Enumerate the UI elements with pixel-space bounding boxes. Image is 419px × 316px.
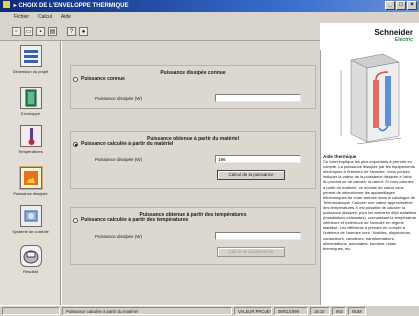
status-cell-0 — [2, 307, 60, 315]
thermometer-icon — [19, 125, 42, 147]
logo-line1: Schneider — [374, 28, 413, 37]
sidebar-item-label: Système de contrôle — [12, 229, 49, 234]
enclosure-icon — [19, 87, 42, 109]
temperature-power-input[interactable] — [215, 232, 301, 240]
panel-known-power: Puissance dissipée connue Puissance conn… — [70, 65, 316, 109]
sidebar: Dimension du projet Enveloppe Températur… — [0, 41, 61, 305]
heat-icon — [18, 166, 43, 190]
status-date: 08/01/1999 — [274, 307, 308, 315]
enclosure-illustration — [321, 50, 419, 150]
radio-label: Puissance connue — [81, 76, 125, 82]
radio-equipment-power[interactable] — [73, 142, 78, 147]
sidebar-item-label: Résultat — [23, 269, 38, 274]
save-icon[interactable]: ▪ — [36, 27, 45, 36]
status-bar: Puissance calculée à partir du matériel … — [0, 305, 419, 316]
help-icon[interactable]: ? — [67, 27, 76, 36]
status-project: VALEUR:PROJET — [234, 307, 272, 315]
status-num: NUM — [348, 307, 366, 315]
brand-logo: Schneider Electric — [320, 23, 419, 50]
status-message: Puissance calculée à partir du matériel — [62, 307, 232, 315]
open-icon[interactable]: ▭ — [24, 27, 33, 36]
sidebar-item-label: Puissance dissipée — [13, 191, 48, 196]
calculate-power-button-disabled: Calcul de la puissance — [217, 247, 285, 257]
app-icon — [3, 1, 10, 8]
sidebar-item-temperatures[interactable]: Températures — [0, 125, 61, 154]
equipment-power-input[interactable] — [215, 155, 301, 163]
help-body: Ce volet explique les plus importants à … — [323, 159, 417, 251]
field-label: Puissance dissipée (W) — [95, 96, 143, 101]
status-ins: INS — [332, 307, 346, 315]
sidebar-item-project[interactable]: Dimension du projet — [0, 45, 61, 74]
field-label: Puissance dissipée (W) — [95, 157, 143, 162]
close-button[interactable]: × — [407, 1, 417, 10]
help-pane: Aide thermique Ce volet explique les plu… — [320, 50, 419, 305]
sidebar-item-label: Dimension du projet — [12, 69, 49, 74]
radio-known-power[interactable] — [73, 77, 78, 82]
sidebar-item-label: Enveloppe — [21, 111, 40, 116]
radio-temperature-power[interactable] — [73, 218, 78, 223]
field-label: Puissance dissipée (W) — [95, 234, 143, 239]
status-time: 16:10 — [310, 307, 330, 315]
radio-label: Puissance calculée à partir du matériel — [81, 141, 174, 147]
sidebar-item-control[interactable]: Système de contrôle — [0, 205, 61, 234]
control-system-icon — [19, 205, 42, 227]
sidebar-item-heat[interactable]: Puissance dissipée — [0, 166, 61, 196]
project-size-icon — [19, 45, 42, 67]
panel-equipment-power: Puissance obtenue à partir du matériel P… — [70, 131, 316, 189]
main-panel: Puissance dissipée connue Puissance conn… — [61, 41, 320, 305]
toolbar: ▫ ▭ ▪ ▤ ? ● — [0, 23, 320, 41]
known-power-input[interactable] — [215, 94, 301, 102]
minimize-button[interactable]: _ — [385, 1, 395, 10]
menu-calcul[interactable]: Calcul — [38, 12, 52, 23]
window-controls: _ □ × — [385, 1, 417, 10]
sidebar-item-enclosure[interactable]: Enveloppe — [0, 87, 61, 116]
calculate-power-button[interactable]: Calcul de la puissance — [217, 170, 285, 180]
sidebar-item-label: Températures — [18, 149, 43, 154]
menu-bar: Fichier Calcul Aide — [0, 12, 419, 23]
maximize-button[interactable]: □ — [396, 1, 406, 10]
menu-aide[interactable]: Aide — [61, 12, 71, 23]
info-icon[interactable]: ● — [79, 27, 88, 36]
radio-label: Puissance calculée à partir des températ… — [81, 217, 189, 223]
panel-temperature-power: Puissance obtenue à partir des températu… — [70, 207, 316, 265]
print-icon[interactable]: ▤ — [48, 27, 57, 36]
menu-fichier[interactable]: Fichier — [14, 12, 29, 23]
sidebar-item-result[interactable]: Résultat — [0, 245, 61, 274]
result-icon — [19, 245, 42, 267]
window-title: ▸ CHOIX DE L'ENVELOPPE THERMIQUE — [13, 3, 129, 9]
help-text: Aide thermique Ce volet explique les plu… — [323, 154, 417, 251]
logo-line2: Electric — [394, 37, 413, 43]
new-icon[interactable]: ▫ — [12, 27, 21, 36]
title-bar: ▸ CHOIX DE L'ENVELOPPE THERMIQUE _ □ × — [0, 0, 419, 12]
